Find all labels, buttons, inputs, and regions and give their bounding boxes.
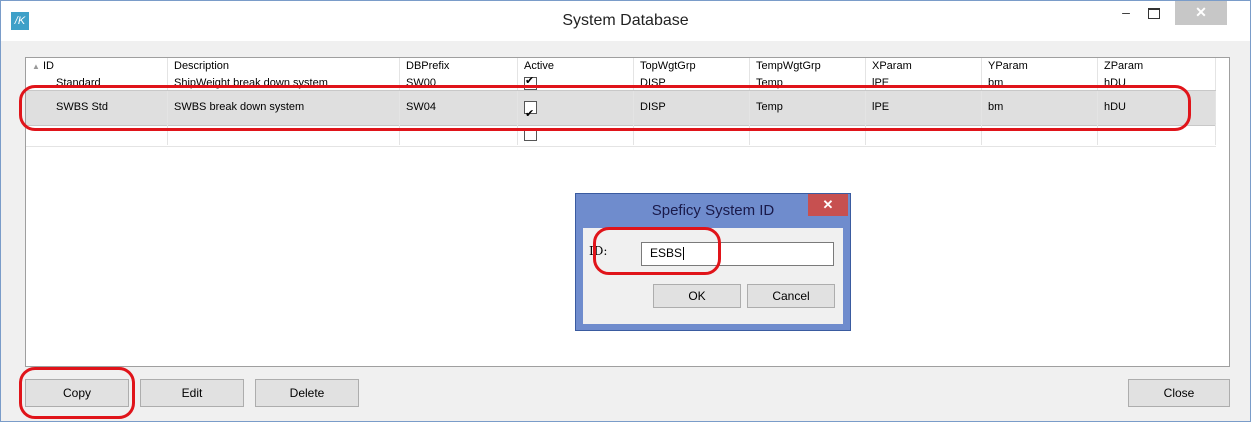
active-checkbox[interactable] <box>524 76 537 90</box>
text-cursor <box>683 247 685 261</box>
column-header-yparam[interactable]: YParam <box>982 58 1098 76</box>
cell-tempwgtgrp[interactable] <box>750 124 866 145</box>
cell-dbprefix[interactable]: SW04 <box>400 91 518 123</box>
dialog-body: ID: ESBS OK Cancel <box>583 228 843 324</box>
column-header-tempwgtgrp[interactable]: TempWgtGrp <box>750 58 866 76</box>
cell-zparam[interactable] <box>1098 124 1216 145</box>
cell-topwgtgrp[interactable]: DISP <box>634 76 750 90</box>
cell-topwgtgrp[interactable] <box>634 124 750 145</box>
cell-yparam[interactable]: bm <box>982 91 1098 123</box>
grid-header-row: ▲ ID Description DBPrefix Active TopWgtG… <box>26 58 1216 76</box>
column-header-topwgtgrp[interactable]: TopWgtGrp <box>634 58 750 76</box>
maximize-button[interactable] <box>1141 1 1167 25</box>
cell-xparam[interactable]: lPE <box>866 76 982 90</box>
table-row-new[interactable] <box>26 124 1216 147</box>
window-title: System Database <box>562 12 689 29</box>
cell-zparam[interactable]: hDU <box>1098 91 1216 123</box>
column-header-description[interactable]: Description <box>168 58 400 76</box>
cell-yparam[interactable] <box>982 124 1098 145</box>
cell-xparam[interactable] <box>866 124 982 145</box>
active-checkbox[interactable] <box>524 98 537 123</box>
cell-id[interactable] <box>26 124 168 145</box>
copy-button[interactable]: Copy <box>25 379 129 407</box>
system-id-input[interactable]: ESBS <box>641 242 834 266</box>
table-row[interactable]: Standard ShipWeight break down system SW… <box>26 76 1216 90</box>
sort-ascending-icon: ▲ <box>32 62 40 71</box>
cell-active[interactable] <box>518 76 634 90</box>
cell-tempwgtgrp[interactable]: Temp <box>750 76 866 90</box>
column-header-dbprefix[interactable]: DBPrefix <box>400 58 518 76</box>
cell-id[interactable]: Standard <box>26 76 168 90</box>
title-bar: /K System Database – ✕ <box>1 1 1250 41</box>
window-close-button[interactable]: ✕ <box>1175 1 1227 25</box>
system-id-value: ESBS <box>650 246 683 260</box>
delete-button[interactable]: Delete <box>255 379 359 407</box>
system-database-window: /K System Database – ✕ ▲ ID Description … <box>0 0 1251 422</box>
edit-button[interactable]: Edit <box>140 379 244 407</box>
close-button[interactable]: Close <box>1128 379 1230 407</box>
column-header-id[interactable]: ▲ ID <box>26 58 168 76</box>
cell-xparam[interactable]: lPE <box>866 91 982 123</box>
dialog-ok-button[interactable]: OK <box>653 284 741 308</box>
column-header-active[interactable]: Active <box>518 58 634 76</box>
dialog-cancel-button[interactable]: Cancel <box>747 284 835 308</box>
cell-zparam[interactable]: hDU <box>1098 76 1216 90</box>
cell-description[interactable] <box>168 124 400 145</box>
dialog-close-button[interactable]: ✕ <box>808 194 848 216</box>
cell-active[interactable] <box>518 124 634 145</box>
column-header-zparam[interactable]: ZParam <box>1098 58 1216 76</box>
cell-yparam[interactable]: bm <box>982 76 1098 90</box>
id-label: ID: <box>589 244 608 258</box>
specify-system-id-dialog: Speficy System ID ✕ ID: ESBS OK Cancel <box>575 193 851 331</box>
maximize-icon <box>1148 8 1160 19</box>
column-header-xparam[interactable]: XParam <box>866 58 982 76</box>
cell-dbprefix[interactable]: SW00 <box>400 76 518 90</box>
minimize-button[interactable]: – <box>1113 1 1139 25</box>
cell-description[interactable]: ShipWeight break down system <box>168 76 400 90</box>
cell-active[interactable] <box>518 91 634 123</box>
table-row-selected[interactable]: SWBS Std SWBS break down system SW04 DIS… <box>26 90 1216 126</box>
cell-description[interactable]: SWBS break down system <box>168 91 400 123</box>
cell-tempwgtgrp[interactable]: Temp <box>750 91 866 123</box>
cell-dbprefix[interactable] <box>400 124 518 145</box>
cell-id[interactable]: SWBS Std <box>26 91 168 123</box>
cell-topwgtgrp[interactable]: DISP <box>634 91 750 123</box>
active-checkbox[interactable] <box>524 127 537 141</box>
